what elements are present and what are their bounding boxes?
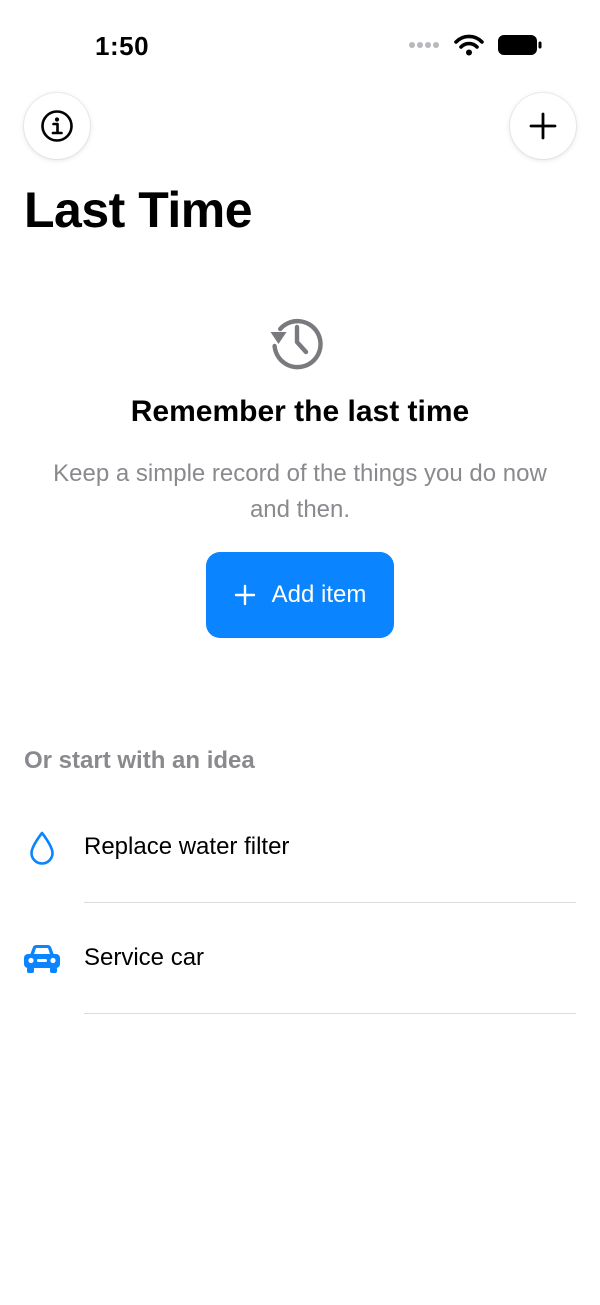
status-icons xyxy=(408,34,542,56)
empty-state-description: Keep a simple record of the things you d… xyxy=(53,460,547,523)
add-item-label: Add item xyxy=(271,581,367,608)
list-item-service-car[interactable]: Service car xyxy=(0,903,600,1014)
empty-state-heading: Remember the last time xyxy=(130,395,470,428)
idea-list: Replace water filter Service car xyxy=(0,792,600,1014)
info-button[interactable] xyxy=(24,93,90,159)
plus-icon xyxy=(234,584,255,606)
info-icon xyxy=(41,110,73,142)
status-time: 1:50 xyxy=(95,31,150,61)
history-icon xyxy=(270,318,323,370)
plus-icon xyxy=(529,112,557,140)
divider xyxy=(84,1013,576,1014)
signal-icon xyxy=(409,42,439,48)
battery-icon xyxy=(498,35,542,55)
ideas-section-header: Or start with an idea xyxy=(24,747,255,774)
add-item-button[interactable]: Add item xyxy=(206,552,394,638)
add-button[interactable] xyxy=(510,93,576,159)
wifi-icon xyxy=(454,34,484,56)
list-item-label: Replace water filter xyxy=(84,833,290,860)
page-title: Last Time xyxy=(24,182,253,238)
car-icon xyxy=(20,939,64,979)
list-item-label: Service car xyxy=(84,944,205,971)
status-bar: 1:50 xyxy=(0,0,600,90)
list-item-replace-water-filter[interactable]: Replace water filter xyxy=(0,792,600,903)
water-drop-icon xyxy=(20,828,64,868)
